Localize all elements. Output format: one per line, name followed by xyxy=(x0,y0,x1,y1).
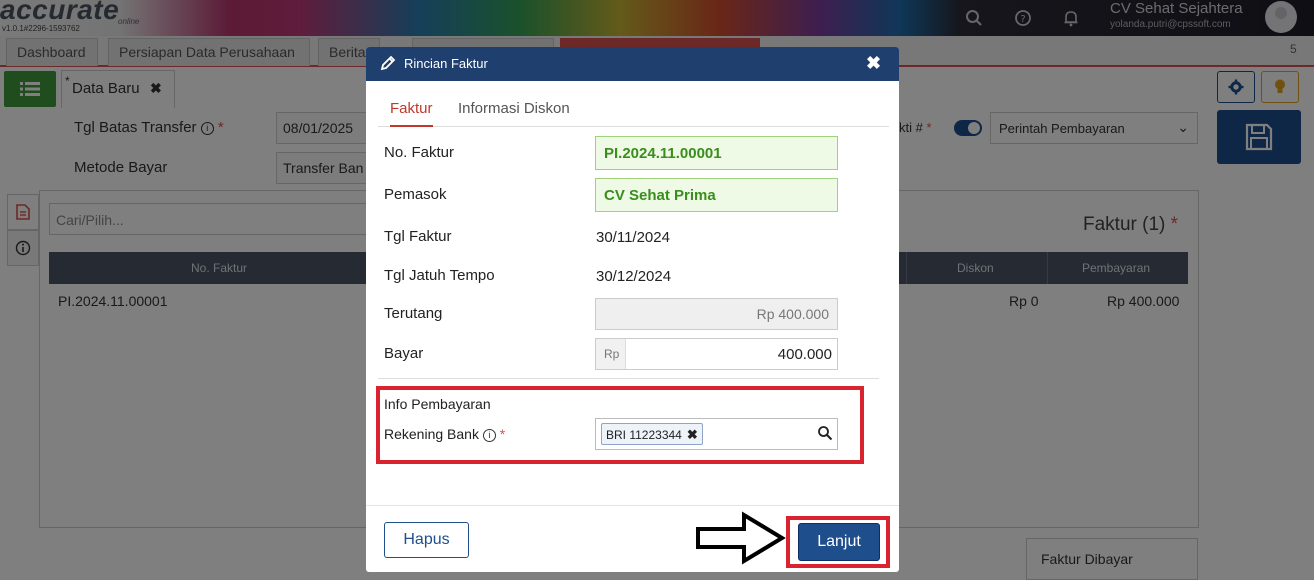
bayar-label: Bayar xyxy=(384,345,424,362)
tgl-jatuh-tempo-label: Tgl Jatuh Tempo xyxy=(384,267,495,284)
rekening-bank-label: Rekening Bank i * xyxy=(384,426,506,442)
pemasok-label: Pemasok xyxy=(384,186,447,203)
tgl-jatuh-tempo-value: 30/12/2024 xyxy=(596,268,672,285)
close-icon[interactable]: ✖ xyxy=(866,53,881,74)
terutang-field: Rp 400.000 xyxy=(595,298,838,330)
bayar-value[interactable]: 400.000 xyxy=(778,346,832,363)
section-divider xyxy=(378,378,879,379)
info-pembayaran-title: Info Pembayaran xyxy=(384,396,491,412)
dialog-footer: Hapus Lanjut xyxy=(366,505,899,572)
rincian-faktur-dialog: Rincian Faktur ✖ Faktur Informasi Diskon… xyxy=(366,47,899,572)
arrow-annotation-icon xyxy=(696,511,786,565)
hapus-button[interactable]: Hapus xyxy=(384,522,469,558)
bayar-field[interactable]: Rp 400.000 xyxy=(595,338,838,370)
currency-prefix: Rp xyxy=(596,339,626,369)
terutang-label: Terutang xyxy=(384,305,443,322)
no-faktur-field[interactable]: PI.2024.11.00001 xyxy=(595,136,838,170)
dialog-header: Rincian Faktur ✖ xyxy=(366,47,899,81)
tgl-faktur-value: 30/11/2024 xyxy=(596,229,670,246)
remove-tag-icon[interactable]: ✖ xyxy=(687,427,698,442)
rekening-tag: BRI 11223344 ✖ xyxy=(601,423,703,445)
dialog-title: Rincian Faktur xyxy=(404,56,488,71)
tgl-faktur-label: Tgl Faktur xyxy=(384,228,452,245)
search-icon[interactable] xyxy=(817,425,833,441)
lanjut-button[interactable]: Lanjut xyxy=(798,523,880,561)
pencil-icon xyxy=(380,55,396,71)
tab-faktur[interactable]: Faktur xyxy=(390,100,433,127)
info-icon: i xyxy=(482,429,496,442)
rekening-bank-input[interactable]: BRI 11223344 ✖ xyxy=(595,418,838,450)
no-faktur-label: No. Faktur xyxy=(384,144,455,161)
tab-informasi-diskon[interactable]: Informasi Diskon xyxy=(458,100,570,127)
dialog-tabs: Faktur Informasi Diskon xyxy=(378,97,889,127)
pemasok-field[interactable]: CV Sehat Prima xyxy=(595,178,838,212)
